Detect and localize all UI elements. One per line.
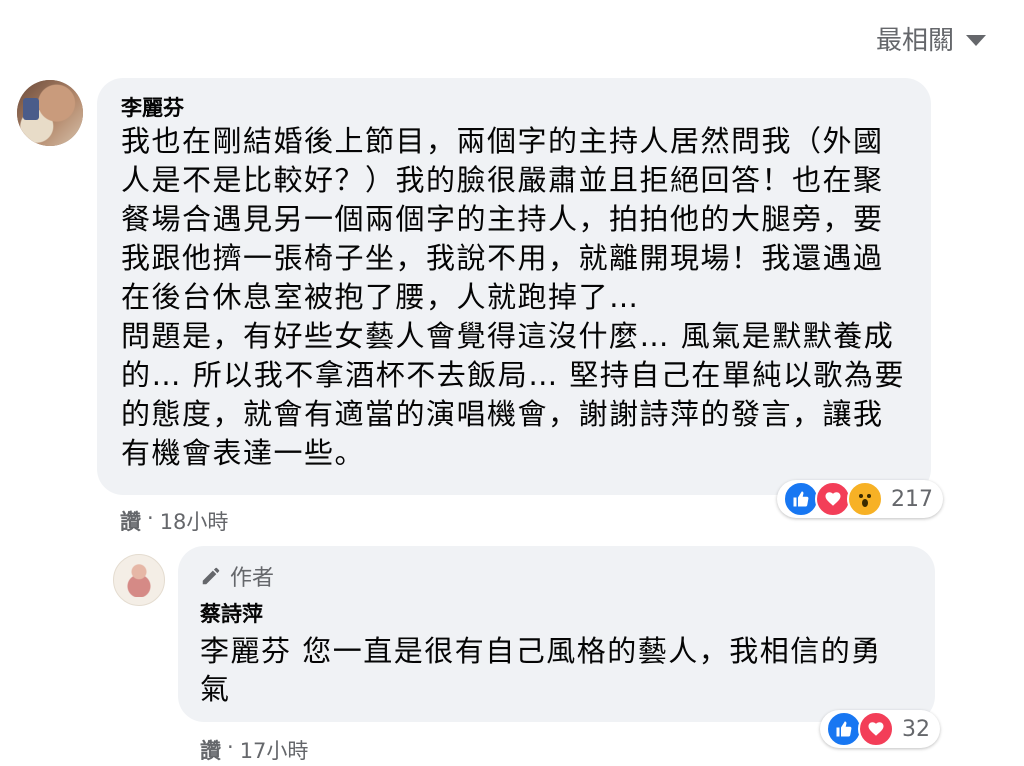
comment-bubble: 李麗芬 我也在剛結婚後上節目，兩個字的主持人居然問我（外國 人是不是比較好？）我… xyxy=(97,78,931,495)
separator: · xyxy=(147,506,154,530)
like-reaction-icon xyxy=(783,481,819,517)
like-button[interactable]: 讚 xyxy=(200,735,221,765)
comment-line: 問題是，有好些女藝人會覺得這沒什麼… 風氣是默默養成 xyxy=(121,319,895,353)
like-button[interactable]: 讚 xyxy=(120,506,141,536)
comment-line: 我也在剛結婚後上節目，兩個字的主持人居然問我（外國 xyxy=(121,124,884,158)
comment-text: 我也在剛結婚後上節目，兩個字的主持人居然問我（外國 人是不是比較好？）我的臉很嚴… xyxy=(121,122,921,473)
comment-timestamp[interactable]: 17小時 xyxy=(240,735,309,765)
comment-actions: 讚 · 18小時 xyxy=(120,506,228,536)
like-reaction-icon xyxy=(826,711,862,747)
love-reaction-icon xyxy=(858,711,894,747)
comment-line: 人是不是比較好？）我的臉很嚴肅並且拒絕回答！也在聚 xyxy=(121,163,884,197)
author-badge: 作者 xyxy=(200,560,274,592)
avatar[interactable] xyxy=(113,554,165,606)
wow-reaction-icon xyxy=(847,481,883,517)
reaction-count: 32 xyxy=(902,716,930,742)
comment-author[interactable]: 蔡詩萍 xyxy=(200,598,263,628)
chevron-down-icon xyxy=(966,35,986,46)
avatar[interactable] xyxy=(17,80,83,146)
sort-label: 最相關 xyxy=(875,26,954,56)
comment-line: 李麗芬 您一直是很有自己風格的藝人，我相信的勇 xyxy=(200,634,882,668)
comment-text: 李麗芬 您一直是很有自己風格的藝人，我相信的勇 氣 xyxy=(200,632,920,708)
comment-timestamp[interactable]: 18小時 xyxy=(160,506,229,536)
separator: · xyxy=(227,735,234,759)
comment-line: 有機會表達一些。 xyxy=(121,436,366,470)
comment-line: 的態度，就會有適當的演唱機會，謝謝詩萍的發言，讓我 xyxy=(121,397,884,431)
reaction-count: 217 xyxy=(891,486,933,512)
comment-line: 我跟他擠一張椅子坐，我說不用，就離開現場！我還遇過 xyxy=(121,241,884,275)
pencil-icon xyxy=(202,567,220,585)
comment-line: 的… 所以我不拿酒杯不去飯局… 堅持自己在單純以歌為要 xyxy=(121,358,905,392)
sort-dropdown[interactable]: 最相關 xyxy=(876,20,986,57)
reply-bubble: 作者 蔡詩萍 李麗芬 您一直是很有自己風格的藝人，我相信的勇 氣 xyxy=(178,546,935,722)
comment-line: 餐場合遇見另一個兩個字的主持人，拍拍他的大腿旁，要 xyxy=(121,202,884,236)
love-reaction-icon xyxy=(815,481,851,517)
reaction-summary[interactable]: 217 xyxy=(777,480,943,518)
comment-author[interactable]: 李麗芬 xyxy=(121,92,184,122)
comment-actions: 讚 · 17小時 xyxy=(200,735,308,765)
comment-line: 在後台休息室被抱了腰，人就跑掉了… xyxy=(121,280,640,314)
comment-line: 氣 xyxy=(200,672,231,706)
author-badge-label: 作者 xyxy=(230,566,275,591)
reaction-summary[interactable]: 32 xyxy=(820,710,940,748)
